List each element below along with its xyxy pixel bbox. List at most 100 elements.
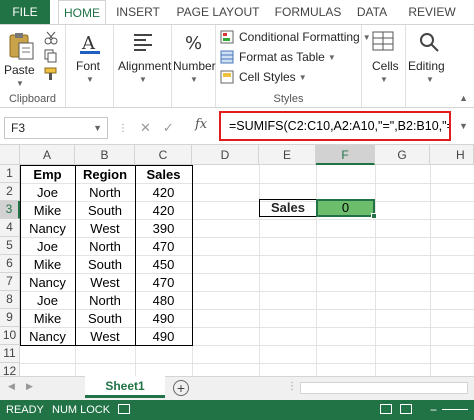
- macro-record-icon[interactable]: [118, 404, 130, 414]
- cell-emp[interactable]: Mike: [20, 310, 75, 327]
- cell-sales[interactable]: 420: [135, 184, 192, 201]
- formula-input[interactable]: =SUMIFS(C2:C10,A2:A10,"=",B2:B10,"="): [219, 111, 451, 141]
- name-box[interactable]: F3 ▼: [4, 117, 108, 139]
- cell-region[interactable]: South: [75, 310, 135, 327]
- cut-icon[interactable]: [44, 31, 58, 45]
- zoom-slider[interactable]: [442, 409, 468, 410]
- tab-insert[interactable]: INSERT: [110, 0, 166, 24]
- row-header-4[interactable]: 4: [0, 219, 20, 237]
- conditional-formatting-icon: [220, 30, 234, 44]
- cell-region[interactable]: South: [75, 202, 135, 219]
- column-header-h[interactable]: H: [430, 145, 474, 165]
- cell-emp[interactable]: Nancy: [20, 220, 75, 237]
- row-header-7[interactable]: 7: [0, 273, 20, 291]
- percent-icon: %: [185, 33, 202, 53]
- more-icon[interactable]: ⋮: [118, 123, 128, 134]
- row-header-10[interactable]: 10: [0, 327, 20, 345]
- insert-function-button[interactable]: fx: [195, 117, 207, 132]
- cell-styles-label: Cell Styles: [239, 70, 296, 84]
- cell-emp[interactable]: Nancy: [20, 274, 75, 291]
- cell-sales[interactable]: 390: [135, 220, 192, 237]
- row-header-2[interactable]: 2: [0, 183, 20, 201]
- enter-icon[interactable]: ✓: [163, 120, 174, 136]
- row-header-8[interactable]: 8: [0, 291, 20, 309]
- font-group[interactable]: A Font ▼: [66, 25, 114, 107]
- cell-sales[interactable]: 420: [135, 202, 192, 219]
- column-header-d[interactable]: D: [192, 145, 259, 165]
- sheet-tab-sheet1[interactable]: Sheet1: [85, 376, 165, 398]
- row-header-9[interactable]: 9: [0, 309, 20, 327]
- alignment-group[interactable]: Alignment ▼: [114, 25, 172, 107]
- fill-handle[interactable]: [371, 213, 377, 219]
- tab-file[interactable]: FILE: [0, 0, 50, 24]
- font-icon: A: [80, 33, 100, 54]
- copy-icon[interactable]: [44, 49, 58, 63]
- cell-emp[interactable]: Mike: [20, 202, 75, 219]
- zoom-out-icon[interactable]: −: [430, 400, 437, 420]
- editing-group[interactable]: Editing ▼: [406, 25, 454, 107]
- cell-sales[interactable]: 490: [135, 328, 192, 345]
- tab-page-layout[interactable]: PAGE LAYOUT: [172, 0, 264, 24]
- next-sheet-icon[interactable]: ▶: [26, 381, 33, 392]
- row-header-1[interactable]: 1: [0, 165, 20, 183]
- column-header-a[interactable]: A: [20, 145, 75, 165]
- prev-sheet-icon[interactable]: ◀: [8, 381, 15, 392]
- select-all-corner[interactable]: [0, 145, 20, 165]
- collapse-ribbon-icon[interactable]: ▲: [459, 93, 468, 103]
- tab-data[interactable]: DATA: [350, 0, 394, 24]
- add-sheet-icon[interactable]: +: [173, 380, 189, 396]
- cell-region[interactable]: South: [75, 256, 135, 273]
- cell-region[interactable]: West: [75, 220, 135, 237]
- column-header-f[interactable]: F: [316, 145, 375, 165]
- format-painter-icon[interactable]: [44, 67, 58, 81]
- row-header-11[interactable]: 11: [0, 345, 20, 363]
- cell-emp[interactable]: Joe: [20, 184, 75, 201]
- row-header-3[interactable]: 3: [0, 201, 20, 219]
- cell-emp[interactable]: Joe: [20, 238, 75, 255]
- row-header-12[interactable]: 12: [0, 363, 20, 378]
- cell-sales[interactable]: 450: [135, 256, 192, 273]
- cell-region[interactable]: West: [75, 274, 135, 291]
- column-header-e[interactable]: E: [259, 145, 316, 165]
- header-emp[interactable]: Emp: [20, 166, 75, 183]
- column-header-b[interactable]: B: [75, 145, 135, 165]
- paste-dropdown-icon: ▼: [16, 79, 24, 88]
- cell-emp[interactable]: Mike: [20, 256, 75, 273]
- cells-group[interactable]: Cells ▼: [362, 25, 406, 107]
- cancel-icon[interactable]: ✕: [140, 120, 151, 136]
- column-header-c[interactable]: C: [135, 145, 192, 165]
- cell-sales[interactable]: 470: [135, 274, 192, 291]
- cell-emp[interactable]: Nancy: [20, 328, 75, 345]
- cell-region[interactable]: West: [75, 328, 135, 345]
- tab-review[interactable]: REVIEW: [402, 0, 462, 24]
- number-group[interactable]: % Number ▼: [172, 25, 216, 107]
- header-sales[interactable]: Sales: [135, 166, 192, 183]
- row-header-5[interactable]: 5: [0, 237, 20, 255]
- page-layout-view-icon[interactable]: [400, 404, 412, 414]
- cell-sales[interactable]: 490: [135, 310, 192, 327]
- expand-formula-bar-icon[interactable]: ▼: [459, 121, 468, 131]
- cell-region[interactable]: North: [75, 292, 135, 309]
- normal-view-icon[interactable]: [380, 404, 392, 414]
- conditional-formatting-button[interactable]: Conditional Formatting ▼: [220, 27, 371, 47]
- column-header-g[interactable]: G: [375, 145, 430, 165]
- cell-sales[interactable]: 470: [135, 238, 192, 255]
- cell-styles-button[interactable]: Cell Styles ▼: [220, 67, 307, 87]
- active-cell-f3[interactable]: 0: [316, 199, 377, 219]
- cell-emp[interactable]: Joe: [20, 292, 75, 309]
- cell-sales[interactable]: 480: [135, 292, 192, 309]
- cell-region[interactable]: North: [75, 238, 135, 255]
- header-region[interactable]: Region: [75, 166, 135, 183]
- row-header-6[interactable]: 6: [0, 255, 20, 273]
- tab-splitter-icon[interactable]: ⋮: [287, 381, 297, 392]
- cell-region[interactable]: North: [75, 184, 135, 201]
- worksheet-grid[interactable]: A B C D E F G H 1 2 3 4 5 6 7 8 9 10 11 …: [0, 144, 474, 378]
- tab-formulas[interactable]: FORMULAS: [270, 0, 346, 24]
- tab-home[interactable]: HOME: [58, 0, 106, 24]
- name-box-dropdown-icon[interactable]: ▼: [93, 118, 102, 138]
- search-icon: [420, 33, 439, 52]
- result-label-cell[interactable]: Sales: [259, 199, 317, 217]
- format-as-table-button[interactable]: Format as Table ▼: [220, 47, 336, 67]
- horizontal-scrollbar[interactable]: [300, 382, 468, 394]
- paste-button[interactable]: Paste ▼: [4, 29, 38, 89]
